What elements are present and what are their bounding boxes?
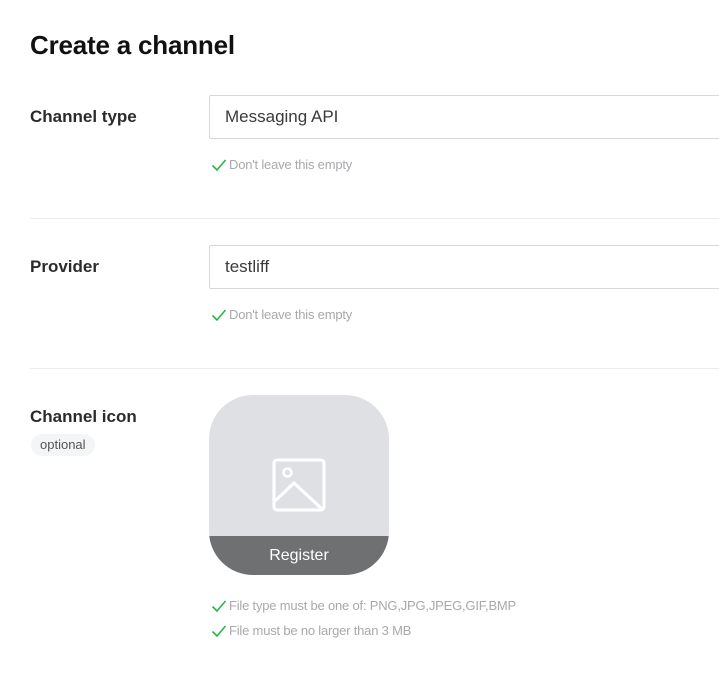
channel-icon-hint-filesize: File must be no larger than 3 MB (211, 623, 411, 638)
channel-type-hint-text: Don't leave this empty (229, 157, 353, 172)
channel-type-hint: Don't leave this empty (211, 157, 352, 172)
section-divider (30, 368, 719, 369)
check-icon (211, 308, 227, 321)
check-icon (211, 599, 227, 612)
provider-input[interactable] (209, 245, 719, 289)
channel-icon-upload-button[interactable]: Register (209, 395, 389, 575)
channel-icon-hint-filetype: File type must be one of: PNG,JPG,JPEG,G… (211, 598, 516, 613)
check-icon (211, 158, 227, 171)
page-title: Create a channel (30, 30, 235, 60)
provider-hint: Don't leave this empty (211, 307, 352, 322)
channel-icon-label: Channel icon (30, 407, 137, 426)
image-placeholder-icon (272, 458, 326, 512)
optional-badge: optional (31, 434, 95, 456)
register-button[interactable]: Register (209, 536, 389, 575)
provider-label: Provider (30, 257, 99, 276)
channel-icon-hint-text: File must be no larger than 3 MB (229, 623, 412, 638)
channel-type-input[interactable] (209, 95, 719, 139)
channel-type-label: Channel type (30, 107, 137, 126)
provider-hint-text: Don't leave this empty (229, 307, 353, 322)
check-icon (211, 624, 227, 637)
channel-icon-hint-text: File type must be one of: PNG,JPG,JPEG,G… (229, 598, 517, 613)
section-divider (30, 218, 719, 219)
